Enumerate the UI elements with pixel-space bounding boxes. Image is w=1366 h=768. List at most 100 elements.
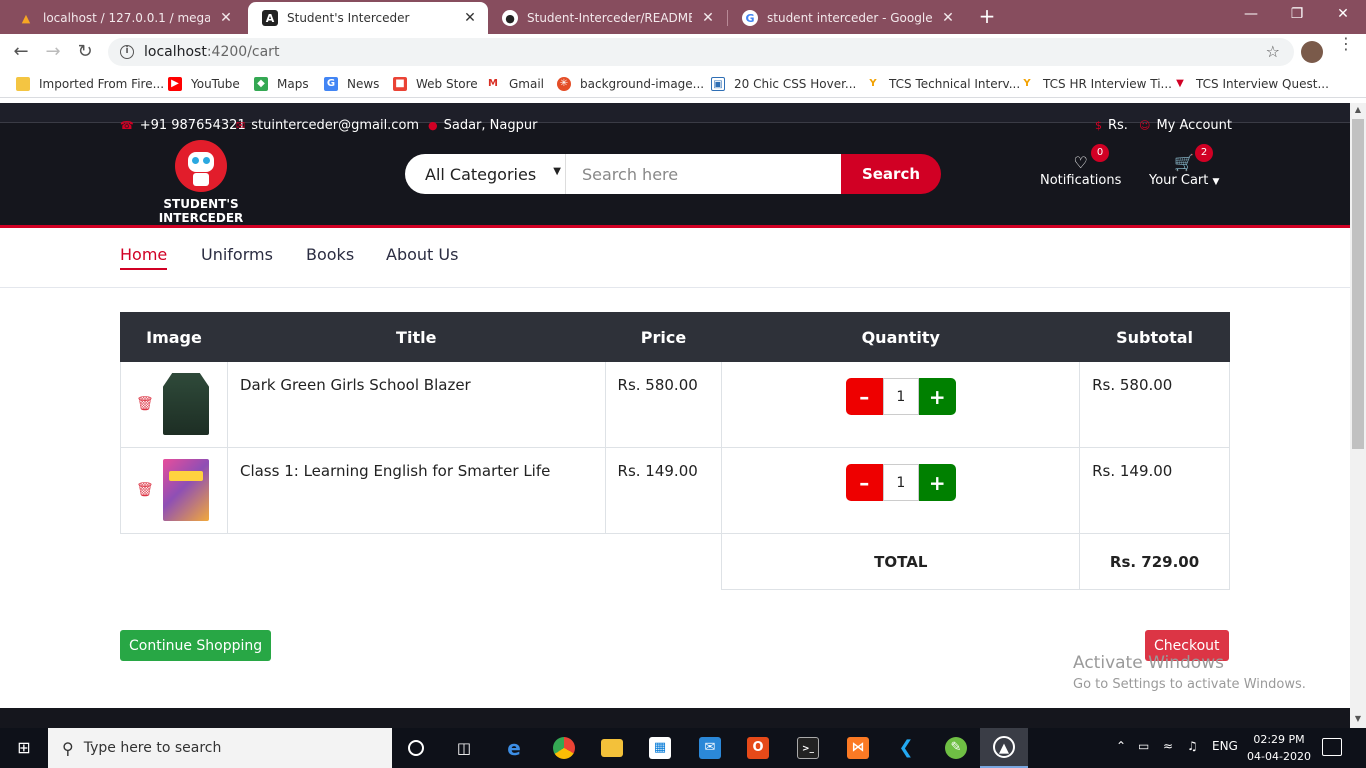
mail-icon[interactable]: ✉ <box>686 728 734 768</box>
scroll-up-icon[interactable]: ▲ <box>1350 103 1366 117</box>
search-button[interactable]: Search <box>841 154 941 194</box>
close-icon[interactable]: ✕ <box>218 10 234 26</box>
bookmark-tcs-questions[interactable]: ▼ TCS Interview Quest... <box>1173 75 1329 93</box>
windows-start-icon[interactable]: ⊞ <box>0 728 48 768</box>
trash-icon[interactable]: 🗑 <box>136 482 154 498</box>
edge-icon[interactable]: e <box>490 728 538 768</box>
tcs-red-icon: ▼ <box>1173 77 1187 91</box>
browser-tab-phpmyadmin[interactable]: ▲ localhost / 127.0.0.1 / mega_shop ✕ <box>4 2 244 34</box>
battery-icon[interactable]: ▭ <box>1138 739 1149 753</box>
new-tab-button[interactable]: + <box>976 5 998 27</box>
vscode-icon[interactable]: ❮ <box>882 728 930 768</box>
browser-tab-github[interactable]: ● Student-Interceder/README.md ✕ <box>488 2 726 34</box>
bookmark-background-image[interactable]: ✳ background-image... <box>557 75 704 93</box>
bookmark-css-hover[interactable]: ▣ 20 Chic CSS Hover... <box>711 75 856 93</box>
decrease-quantity-button[interactable]: – <box>845 464 883 501</box>
taskbar-clock[interactable]: 02:29 PM 04-04-2020 <box>1244 731 1314 765</box>
cortana-icon[interactable] <box>392 728 440 768</box>
browser-tab-google[interactable]: G student interceder - Google Search ✕ <box>728 2 966 34</box>
scrollbar-thumb[interactable] <box>1352 119 1364 449</box>
nav-home[interactable]: Home <box>120 245 168 270</box>
bookmark-youtube[interactable]: ▶ YouTube <box>168 75 240 93</box>
header-location[interactable]: ● Sadar, Nagpur <box>428 118 537 133</box>
search-icon: ⚲ <box>62 738 74 758</box>
paint-icon[interactable]: ✎ <box>932 728 980 768</box>
page-viewport: ☎ +91 987654321 ✉ stuinterceder@gmail.com … <box>0 103 1350 708</box>
decrease-quantity-button[interactable]: – <box>845 378 883 415</box>
gmail-icon: M <box>486 77 500 91</box>
category-select[interactable]: All Categories ▼ <box>405 154 566 194</box>
continue-shopping-button[interactable]: Continue Shopping <box>120 630 272 661</box>
blazer-image[interactable] <box>163 373 209 435</box>
close-icon[interactable]: ✕ <box>700 10 716 26</box>
header-email[interactable]: ✉ stuinterceder@gmail.com <box>236 118 419 133</box>
bookmark-news[interactable]: G News <box>324 75 379 93</box>
nav-uniforms[interactable]: Uniforms <box>201 245 273 268</box>
bookmark-imported[interactable]: Imported From Fire... <box>16 75 164 93</box>
header-phone[interactable]: ☎ +91 987654321 <box>120 118 246 133</box>
bookmark-tcs-hr[interactable]: Y TCS HR Interview Ti... <box>1020 75 1172 93</box>
book-cover-image[interactable] <box>163 459 209 521</box>
window-close-button[interactable]: ✕ <box>1320 0 1366 30</box>
item-title[interactable]: Class 1: Learning English for Smarter Li… <box>226 447 606 534</box>
item-title[interactable]: Dark Green Girls School Blazer <box>226 361 606 448</box>
cart-widget[interactable]: 🛒 Your Cart ▼ 2 <box>1149 144 1219 188</box>
bookmark-star-icon[interactable]: ☆ <box>1266 42 1280 61</box>
terminal-icon[interactable]: >_ <box>784 728 832 768</box>
browser-tab-students-interceder[interactable]: A Student's Interceder ✕ <box>248 2 488 34</box>
forward-button[interactable]: → <box>40 40 66 64</box>
increase-quantity-button[interactable]: + <box>918 378 956 415</box>
header-currency[interactable]: $ Rs. <box>1095 118 1128 133</box>
map-marker-icon: ● <box>428 119 438 132</box>
bookmark-tcs-technical[interactable]: Y TCS Technical Interv... <box>866 75 1020 93</box>
scroll-down-icon[interactable]: ▼ <box>1350 712 1366 726</box>
office-icon[interactable]: O <box>734 728 782 768</box>
increase-quantity-button[interactable]: + <box>918 464 956 501</box>
photos-icon[interactable]: ▲ <box>980 728 1028 768</box>
profile-avatar[interactable] <box>1301 41 1323 63</box>
language-indicator[interactable]: ENG <box>1212 739 1238 753</box>
address-bar[interactable]: i localhost:4200/cart ☆ <box>108 38 1294 66</box>
search-input[interactable] <box>566 154 841 194</box>
quantity-input[interactable] <box>882 378 919 415</box>
trash-icon[interactable]: 🗑 <box>136 396 154 412</box>
windows-taskbar: ⊞ ⚲ Type here to search ◫ e ▦ ✉ O >_ ⋈ ❮… <box>0 728 1366 768</box>
quantity-input[interactable] <box>882 464 919 501</box>
item-quantity-cell: – + <box>721 447 1081 534</box>
show-hidden-icons[interactable]: ⌃ <box>1116 739 1126 753</box>
column-header-title: Title <box>226 312 606 362</box>
back-button[interactable]: ← <box>8 40 34 64</box>
store-icon[interactable]: ▦ <box>636 728 684 768</box>
task-view-icon[interactable]: ◫ <box>440 728 488 768</box>
page-scrollbar[interactable]: ▲ ▼ <box>1350 103 1366 728</box>
browser-menu-icon[interactable]: ⋮ <box>1338 36 1354 52</box>
action-center-icon[interactable] <box>1322 738 1342 756</box>
bookmark-web-store[interactable]: ■ Web Store <box>393 75 478 93</box>
github-icon: ● <box>502 10 518 26</box>
bookmark-gmail[interactable]: M Gmail <box>486 75 544 93</box>
bookmarks-bar: Imported From Fire... ▶ YouTube ◆ Maps G Ne… <box>0 70 1366 98</box>
notifications-widget[interactable]: ♡ Notifications 0 <box>1040 144 1121 188</box>
minimize-button[interactable]: — <box>1228 0 1274 30</box>
item-price: Rs. 149.00 <box>604 447 723 534</box>
close-icon[interactable]: ✕ <box>462 10 478 26</box>
nav-books[interactable]: Books <box>306 245 354 268</box>
webstore-icon: ■ <box>393 77 407 91</box>
header-my-account[interactable]: ☺ My Account <box>1139 118 1232 133</box>
wifi-icon[interactable]: ≈ <box>1163 739 1173 753</box>
close-icon[interactable]: ✕ <box>940 10 956 26</box>
xampp-icon[interactable]: ⋈ <box>834 728 882 768</box>
reload-button[interactable]: ↻ <box>72 40 98 64</box>
bookmark-maps[interactable]: ◆ Maps <box>254 75 309 93</box>
chrome-icon[interactable] <box>540 728 588 768</box>
column-header-quantity: Quantity <box>721 312 1081 362</box>
search-bar: All Categories ▼ Search <box>405 154 941 194</box>
restore-button[interactable]: ❐ <box>1274 0 1320 30</box>
nav-about-us[interactable]: About Us <box>386 245 458 268</box>
file-explorer-icon[interactable] <box>588 728 636 768</box>
volume-icon[interactable]: ♫ <box>1187 739 1198 753</box>
taskbar-search[interactable]: ⚲ Type here to search <box>48 728 392 768</box>
site-logo[interactable]: STUDENT'S INTERCEDER <box>129 140 273 225</box>
dollar-icon: $ <box>1095 119 1102 132</box>
info-icon[interactable]: i <box>120 45 134 59</box>
